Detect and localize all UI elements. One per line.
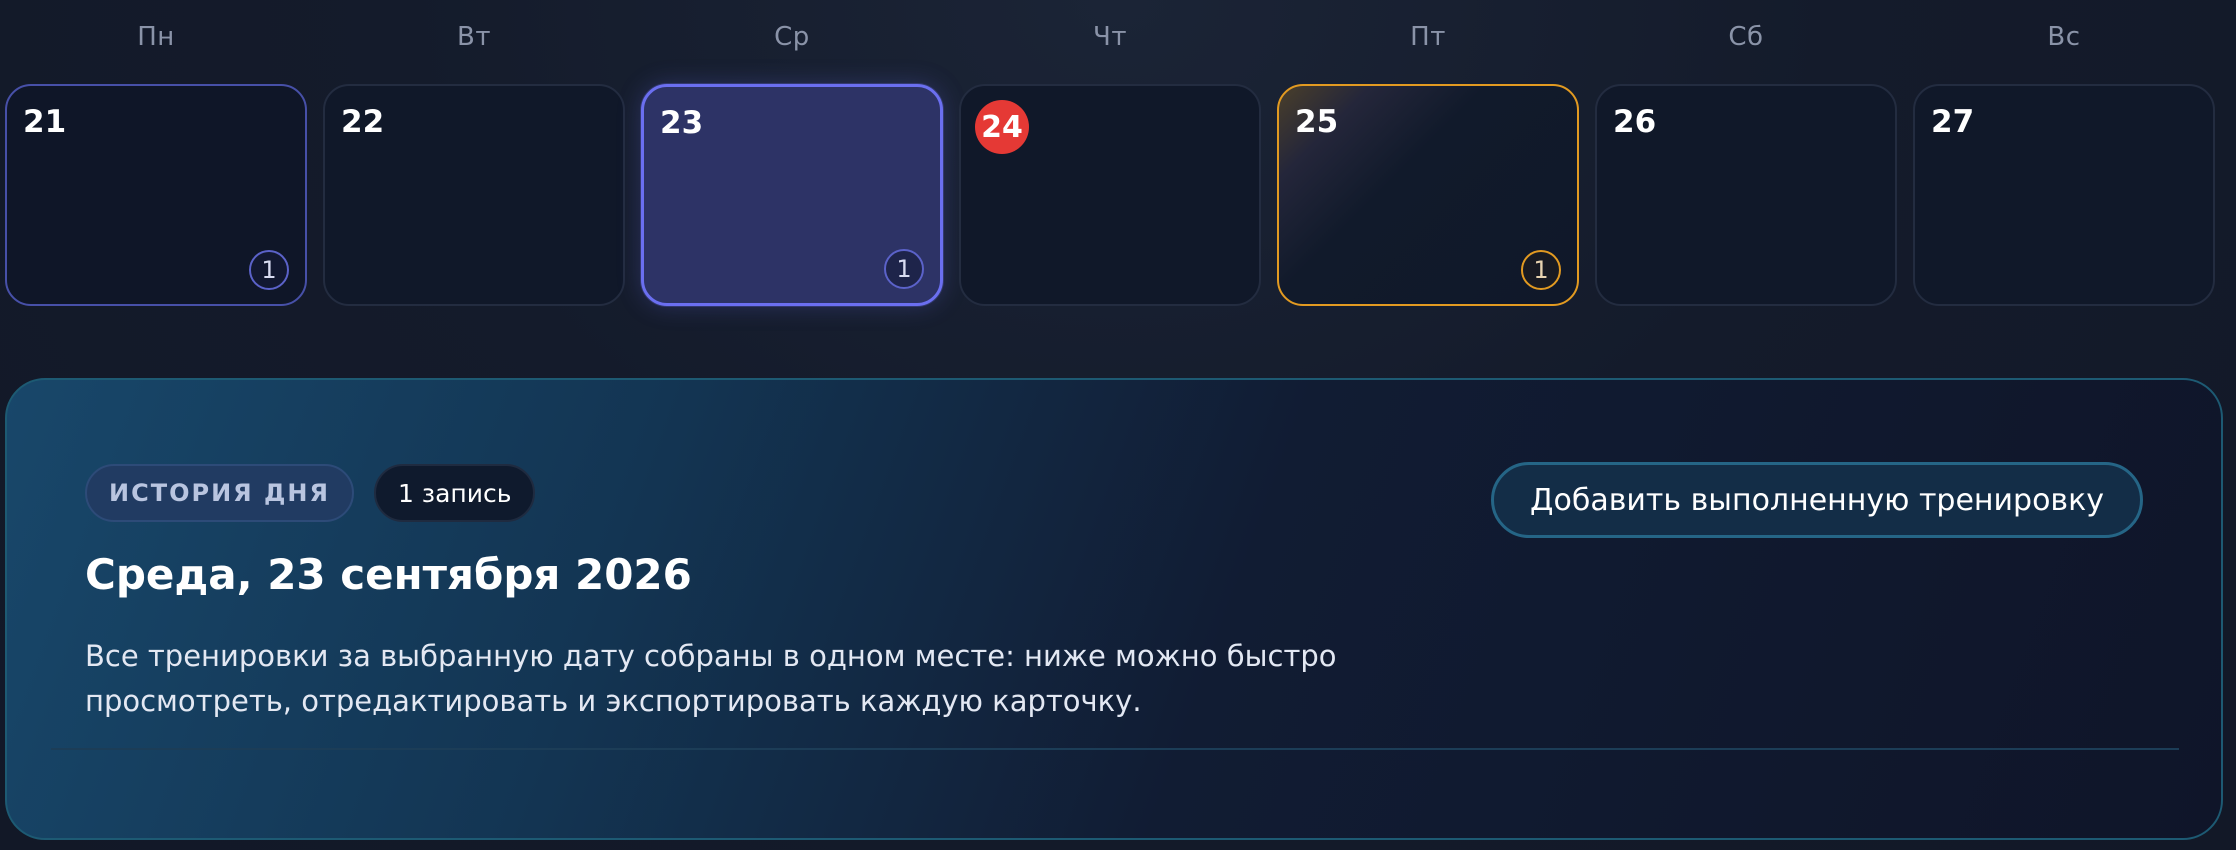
weekday-wed: Ср — [774, 22, 810, 52]
week-row: 21 1 22 23 1 24 25 1 26 27 — [5, 84, 2223, 306]
weekday-thu: Чт — [1093, 22, 1127, 52]
today-marker: 24 — [975, 100, 1029, 154]
history-tags: ИСТОРИЯ ДНЯ 1 запись — [85, 464, 536, 522]
weekday-fri: Пт — [1410, 22, 1446, 52]
weekday-mon: Пн — [137, 22, 175, 52]
history-description: Все тренировки за выбранную дату собраны… — [85, 639, 1337, 718]
day-number: 21 — [23, 104, 67, 140]
day-cell-27[interactable]: 27 — [1913, 84, 2215, 306]
day-cell-24-today[interactable]: 24 — [959, 84, 1261, 306]
day-number: 23 — [660, 105, 704, 141]
weekday-sat: Сб — [1728, 22, 1764, 52]
day-cell-26[interactable]: 26 — [1595, 84, 1897, 306]
day-number: 26 — [1613, 104, 1657, 140]
day-cell-23-selected[interactable]: 23 1 — [641, 84, 943, 306]
workout-count-badge: 1 — [1521, 250, 1561, 290]
add-workout-button[interactable]: Добавить выполненную тренировку — [1491, 462, 2143, 538]
day-cell-21[interactable]: 21 1 — [5, 84, 307, 306]
history-date-title: Среда, 23 сентября 2026 — [85, 550, 692, 599]
day-number: 22 — [341, 104, 385, 140]
divider — [51, 748, 2179, 750]
weekday-sun: Вс — [2047, 22, 2081, 52]
day-number: 25 — [1295, 104, 1339, 140]
day-history-panel: ИСТОРИЯ ДНЯ 1 запись Среда, 23 сентября … — [5, 378, 2223, 840]
history-tag: ИСТОРИЯ ДНЯ — [85, 464, 354, 522]
day-cell-25[interactable]: 25 1 — [1277, 84, 1579, 306]
weekday-tue: Вт — [457, 22, 491, 52]
weekday-header: Пн Вт Ср Чт Пт Сб Вс — [5, 22, 2223, 52]
day-cell-22[interactable]: 22 — [323, 84, 625, 306]
workout-count-badge: 1 — [884, 249, 924, 289]
entry-count-badge: 1 запись — [373, 464, 536, 522]
workout-count-badge: 1 — [249, 250, 289, 290]
day-number: 27 — [1931, 104, 1975, 140]
